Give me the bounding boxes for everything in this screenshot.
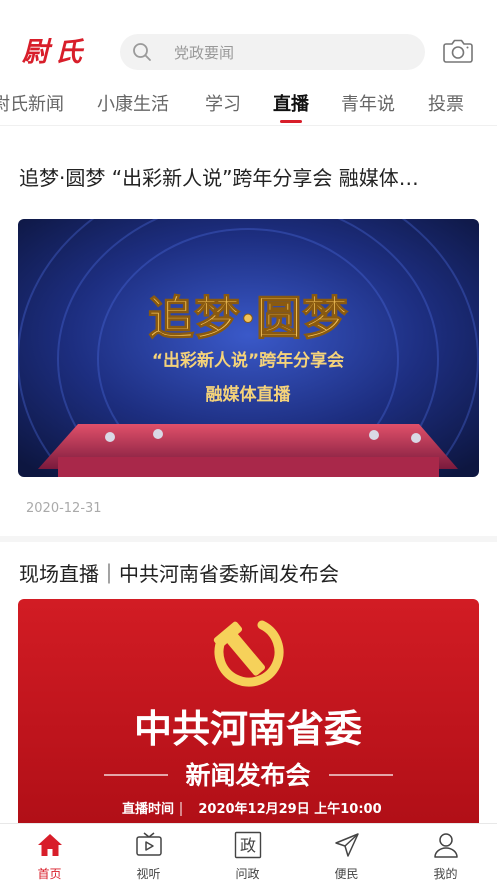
search-placeholder: 党政要闻 — [174, 43, 235, 62]
bottom-navigation: 首页 视听 政 问政 便民 我的 — [0, 823, 497, 883]
nav-home[interactable]: 首页 — [0, 824, 99, 883]
nav-label: 首页 — [37, 867, 62, 881]
article-title[interactable]: 追梦·圆梦 “出彩新人说”跨年分享会 融媒体… — [19, 162, 479, 191]
camera-icon[interactable] — [443, 38, 473, 64]
article-date: 2020-12-31 — [26, 501, 102, 516]
live-banner-image: 追梦·圆梦 “出彩新人说”跨年分享会 融媒体直播 — [18, 219, 479, 477]
home-icon — [38, 834, 62, 856]
banner-subline: 新闻发布会 — [185, 761, 310, 790]
svg-text:政: 政 — [240, 836, 256, 855]
tab-vote[interactable]: 投票 — [428, 90, 464, 116]
tab-weishi-news[interactable]: 尉氏新闻 — [0, 90, 64, 116]
search-icon — [133, 43, 151, 61]
nav-label: 我的 — [433, 867, 458, 881]
channel-tabs: 尉氏新闻 小康生活 学习 直播 青年说 投票 — [0, 84, 497, 126]
live-time-label: 直播时间 — [122, 801, 174, 817]
section-divider — [0, 536, 497, 542]
tab-youth-talk[interactable]: 青年说 — [341, 90, 395, 116]
nav-label: 便民 — [334, 867, 359, 881]
tab-study[interactable]: 学习 — [205, 90, 241, 116]
zheng-icon: 政 — [234, 831, 262, 859]
tab-live[interactable]: 直播 — [273, 90, 309, 116]
app-header: 尉氏 党政要闻 — [0, 0, 497, 84]
press-banner-image: 中共河南省委 新闻发布会 直播时间 2020年12月29日 上午10:00 — [18, 599, 479, 823]
article-banner[interactable]: 中共河南省委 新闻发布会 直播时间 2020年12月29日 上午10:00 — [18, 599, 479, 823]
nav-label: 视听 — [136, 867, 161, 881]
active-tab-indicator — [280, 120, 302, 123]
app-logo[interactable]: 尉氏 — [22, 30, 88, 69]
nav-convenience[interactable]: 便民 — [297, 824, 396, 883]
banner-headline: 追梦·圆梦 — [148, 291, 348, 345]
search-bar[interactable]: 党政要闻 — [120, 34, 425, 70]
nav-label: 问政 — [235, 867, 260, 881]
send-icon — [335, 833, 359, 857]
tab-xiaokang-life[interactable]: 小康生活 — [97, 90, 169, 116]
banner-headline: 中共河南省委 — [134, 707, 362, 751]
live-time-value: 2020年12月29日 上午10:00 — [198, 801, 381, 817]
nav-video[interactable]: 视听 — [99, 824, 198, 883]
nav-inquiry[interactable]: 政 问政 — [198, 824, 297, 883]
tv-icon — [136, 832, 162, 856]
banner-tag: 融媒体直播 — [206, 384, 292, 405]
user-icon — [434, 833, 458, 858]
banner-subline: “出彩新人说”跨年分享会 — [152, 350, 344, 371]
article-banner[interactable]: 追梦·圆梦 “出彩新人说”跨年分享会 融媒体直播 — [18, 219, 479, 477]
article-title[interactable]: 现场直播｜中共河南省委新闻发布会 — [19, 558, 479, 587]
nav-profile[interactable]: 我的 — [396, 824, 495, 883]
